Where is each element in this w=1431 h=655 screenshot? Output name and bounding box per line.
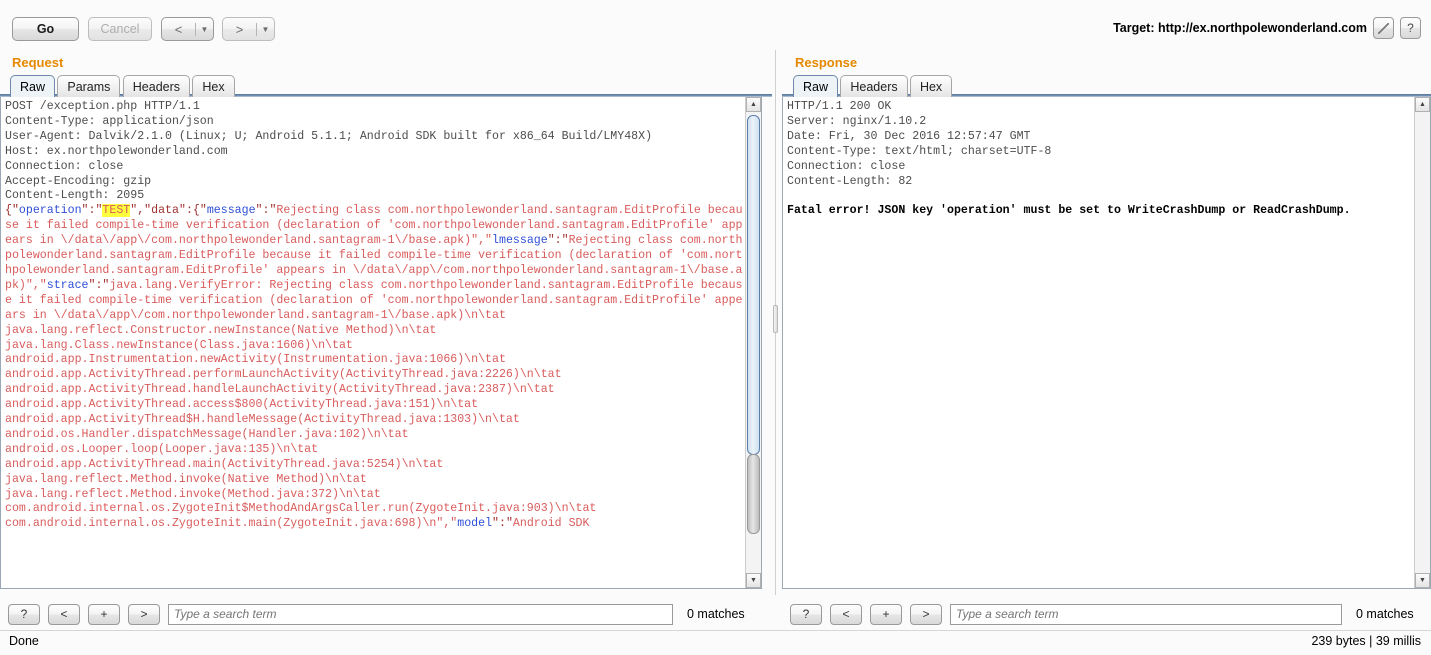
request-headers-text: POST /exception.php HTTP/1.1 Content-Typ… <box>5 100 653 203</box>
status-bar: Done 239 bytes | 39 millis <box>0 630 1431 655</box>
json-segment-jkey: message <box>206 204 256 218</box>
previous-arrow-icon: < <box>174 21 183 37</box>
previous-request-button[interactable]: < ▼ <box>161 17 214 41</box>
request-search-help-button[interactable]: ? <box>8 603 40 625</box>
json-segment-punc: {" <box>5 204 19 218</box>
cancel-button[interactable]: Cancel <box>88 17 152 41</box>
json-segment-hl: TEST <box>102 204 131 218</box>
tab-request-raw[interactable]: Raw <box>10 75 56 97</box>
status-metrics: 239 bytes | 39 millis <box>1311 634 1421 648</box>
response-search-bar: ? < + > 0 matches <box>790 601 1431 627</box>
response-search-matches: 0 matches <box>1356 607 1414 621</box>
response-search-add-button[interactable]: + <box>870 603 902 625</box>
chevron-down-icon[interactable]: ▼ <box>196 25 213 34</box>
next-request-button[interactable]: > ▼ <box>222 17 275 41</box>
json-segment-punc: ":" <box>492 517 513 531</box>
go-button[interactable]: Go <box>12 17 79 41</box>
edit-target-button[interactable] <box>1373 17 1394 39</box>
response-search-input[interactable] <box>950 603 1342 625</box>
response-pane: Response Raw Headers Hex HTTP/1.1 200 OK… <box>782 50 1431 589</box>
json-segment-punc: ":{" <box>178 204 207 218</box>
request-body-text: {"operation":"TEST","data":{"message":"R… <box>5 204 743 530</box>
scroll-up-icon[interactable]: ▲ <box>1415 97 1430 112</box>
json-segment-punc: data <box>151 204 179 218</box>
tab-response-raw[interactable]: Raw <box>793 75 839 97</box>
target-help-button[interactable]: ? <box>1400 17 1421 39</box>
json-segment-jval: java.lang.VerifyError: Rejecting class c… <box>5 278 743 531</box>
tab-request-params[interactable]: Params <box>57 75 121 97</box>
tab-request-headers[interactable]: Headers <box>122 75 191 97</box>
tab-response-hex[interactable]: Hex <box>909 75 953 97</box>
scrollbar-track-lower[interactable] <box>747 454 760 534</box>
response-vertical-scrollbar[interactable]: ▲ ▼ <box>1414 97 1430 588</box>
request-pane: Request Raw Params Headers Hex POST /exc… <box>0 50 775 589</box>
response-editor[interactable]: HTTP/1.1 200 OK Server: nginx/1.10.2 Dat… <box>783 97 1414 588</box>
top-toolbar: Go Cancel < ▼ > ▼ Target: http://ex.nort… <box>0 0 1431 50</box>
json-segment-jkey: strace <box>46 278 89 292</box>
request-tab-bar: Raw Params Headers Hex <box>0 75 775 97</box>
next-arrow-icon: > <box>235 21 244 37</box>
pencil-icon <box>1378 22 1389 34</box>
request-vertical-scrollbar[interactable]: ▲ ▼ <box>745 97 761 588</box>
json-segment-punc: ":" <box>255 204 277 218</box>
splitter-grip[interactable] <box>773 305 778 333</box>
chevron-down-icon[interactable]: ▼ <box>257 25 274 34</box>
json-segment-jkey: lmessage <box>492 234 548 248</box>
status-message: Done <box>9 634 39 648</box>
response-tab-bar: Raw Headers Hex <box>782 75 1431 97</box>
tab-request-hex[interactable]: Hex <box>192 75 235 97</box>
request-search-add-button[interactable]: + <box>88 603 120 625</box>
response-search-prev-button[interactable]: < <box>830 603 862 625</box>
json-segment-jval: Android SDK <box>512 517 590 531</box>
target-bar: Target: http://ex.northpolewonderland.co… <box>1113 17 1421 39</box>
request-editor-container: POST /exception.php HTTP/1.1 Content-Typ… <box>0 97 762 589</box>
request-pane-title: Request <box>12 55 64 70</box>
burp-repeater-window: Go Cancel < ▼ > ▼ Target: http://ex.nort… <box>0 0 1431 655</box>
json-segment-punc: ":" <box>81 204 103 218</box>
response-search-next-button[interactable]: > <box>910 603 942 625</box>
request-search-prev-button[interactable]: < <box>48 603 80 625</box>
tab-response-headers[interactable]: Headers <box>840 75 908 97</box>
target-label: Target: http://ex.northpolewonderland.co… <box>1113 21 1367 35</box>
request-search-input[interactable] <box>168 603 673 625</box>
request-editor[interactable]: POST /exception.php HTTP/1.1 Content-Typ… <box>1 97 745 588</box>
json-segment-jkey: operation <box>18 204 82 218</box>
json-segment-punc: "," <box>130 204 152 218</box>
json-segment-jkey: model <box>457 517 493 531</box>
pane-splitter[interactable] <box>772 50 780 595</box>
response-headers-text: HTTP/1.1 200 OK Server: nginx/1.10.2 Dat… <box>787 100 1052 188</box>
scrollbar-thumb[interactable] <box>747 115 760 455</box>
scroll-up-icon[interactable]: ▲ <box>746 97 761 112</box>
scroll-down-icon[interactable]: ▼ <box>1415 573 1430 588</box>
json-segment-punc: ":" <box>88 278 110 292</box>
scroll-down-icon[interactable]: ▼ <box>746 573 761 588</box>
request-search-matches: 0 matches <box>687 607 745 621</box>
request-search-bar: ? < + > 0 matches <box>8 601 770 627</box>
response-editor-container: HTTP/1.1 200 OK Server: nginx/1.10.2 Dat… <box>782 97 1431 589</box>
response-body-text: Fatal error! JSON key 'operation' must b… <box>787 204 1351 218</box>
response-search-help-button[interactable]: ? <box>790 603 822 625</box>
response-pane-title: Response <box>795 55 858 70</box>
request-search-next-button[interactable]: > <box>128 603 160 625</box>
json-segment-punc: ":" <box>547 234 569 248</box>
